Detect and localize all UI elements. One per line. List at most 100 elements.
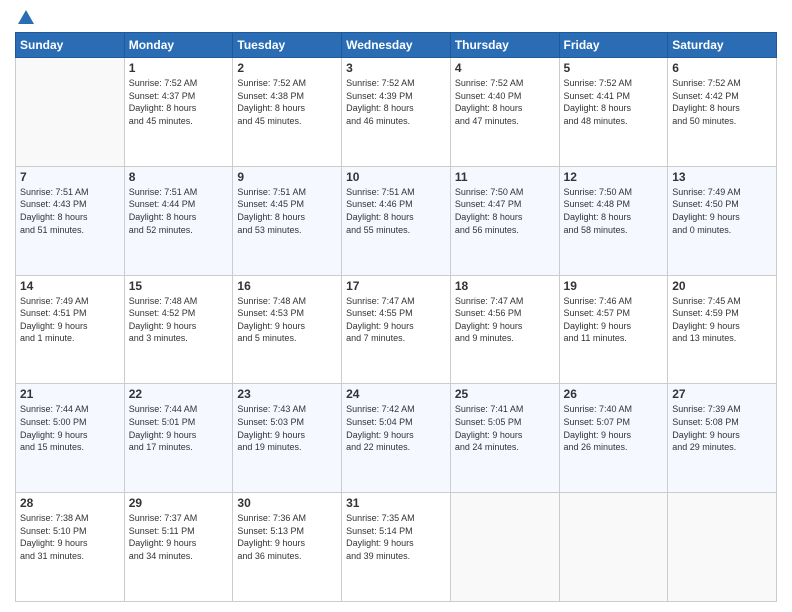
day-number: 24 (346, 387, 446, 401)
calendar-cell: 19 Sunrise: 7:46 AM Sunset: 4:57 PM Dayli… (559, 275, 668, 384)
calendar-cell: 11 Sunrise: 7:50 AM Sunset: 4:47 PM Dayli… (450, 166, 559, 275)
calendar-cell (559, 493, 668, 602)
day-number: 30 (237, 496, 337, 510)
calendar-cell: 3 Sunrise: 7:52 AM Sunset: 4:39 PM Daylig… (342, 58, 451, 167)
day-info: Sunrise: 7:47 AM Sunset: 4:56 PM Dayligh… (455, 295, 555, 345)
day-number: 15 (129, 279, 229, 293)
day-info: Sunrise: 7:52 AM Sunset: 4:42 PM Dayligh… (672, 77, 772, 127)
day-number: 11 (455, 170, 555, 184)
day-info: Sunrise: 7:47 AM Sunset: 4:55 PM Dayligh… (346, 295, 446, 345)
day-number: 31 (346, 496, 446, 510)
day-info: Sunrise: 7:44 AM Sunset: 5:01 PM Dayligh… (129, 403, 229, 453)
calendar-cell: 16Sunrise: 7:48 AM Sunset: 4:53 PM Dayli… (233, 275, 342, 384)
day-number: 20 (672, 279, 772, 293)
calendar-week-row: 1 Sunrise: 7:52 AM Sunset: 4:37 PM Daylig… (16, 58, 777, 167)
day-number: 18 (455, 279, 555, 293)
day-info: Sunrise: 7:35 AM Sunset: 5:14 PM Dayligh… (346, 512, 446, 562)
calendar-cell: 17 Sunrise: 7:47 AM Sunset: 4:55 PM Dayli… (342, 275, 451, 384)
calendar-header-thursday: Thursday (450, 33, 559, 58)
calendar-header-friday: Friday (559, 33, 668, 58)
day-number: 6 (672, 61, 772, 75)
day-number: 10 (346, 170, 446, 184)
calendar-cell: 5Sunrise: 7:52 AM Sunset: 4:41 PM Daylig… (559, 58, 668, 167)
calendar-cell: 15 Sunrise: 7:48 AM Sunset: 4:52 PM Dayli… (124, 275, 233, 384)
day-info: Sunrise: 7:46 AM Sunset: 4:57 PM Dayligh… (564, 295, 664, 345)
day-number: 14 (20, 279, 120, 293)
day-number: 26 (564, 387, 664, 401)
calendar-cell: 26 Sunrise: 7:40 AM Sunset: 5:07 PM Dayli… (559, 384, 668, 493)
day-info: Sunrise: 7:50 AM Sunset: 4:48 PM Dayligh… (564, 186, 664, 236)
day-number: 19 (564, 279, 664, 293)
day-info: Sunrise: 7:51 AM Sunset: 4:43 PM Dayligh… (20, 186, 120, 236)
calendar-cell: 22Sunrise: 7:44 AM Sunset: 5:01 PM Dayli… (124, 384, 233, 493)
day-number: 2 (237, 61, 337, 75)
calendar-cell: 25 Sunrise: 7:41 AM Sunset: 5:05 PM Dayli… (450, 384, 559, 493)
day-info: Sunrise: 7:52 AM Sunset: 4:39 PM Dayligh… (346, 77, 446, 127)
calendar-cell: 31 Sunrise: 7:35 AM Sunset: 5:14 PM Dayli… (342, 493, 451, 602)
day-info: Sunrise: 7:49 AM Sunset: 4:50 PM Dayligh… (672, 186, 772, 236)
calendar-week-row: 7 Sunrise: 7:51 AM Sunset: 4:43 PM Daylig… (16, 166, 777, 275)
calendar-table: SundayMondayTuesdayWednesdayThursdayFrid… (15, 32, 777, 602)
day-info: Sunrise: 7:37 AM Sunset: 5:11 PM Dayligh… (129, 512, 229, 562)
logo-triangle-icon (18, 10, 34, 24)
calendar-cell: 2 Sunrise: 7:52 AM Sunset: 4:38 PM Daylig… (233, 58, 342, 167)
day-info: Sunrise: 7:43 AM Sunset: 5:03 PM Dayligh… (237, 403, 337, 453)
day-number: 27 (672, 387, 772, 401)
day-info: Sunrise: 7:42 AM Sunset: 5:04 PM Dayligh… (346, 403, 446, 453)
day-number: 25 (455, 387, 555, 401)
calendar-cell: 23 Sunrise: 7:43 AM Sunset: 5:03 PM Dayli… (233, 384, 342, 493)
calendar-header-monday: Monday (124, 33, 233, 58)
calendar-header-saturday: Saturday (668, 33, 777, 58)
day-number: 12 (564, 170, 664, 184)
day-number: 16 (237, 279, 337, 293)
day-info: Sunrise: 7:38 AM Sunset: 5:10 PM Dayligh… (20, 512, 120, 562)
day-info: Sunrise: 7:52 AM Sunset: 4:37 PM Dayligh… (129, 77, 229, 127)
day-number: 1 (129, 61, 229, 75)
day-number: 3 (346, 61, 446, 75)
calendar-cell: 30 Sunrise: 7:36 AM Sunset: 5:13 PM Dayli… (233, 493, 342, 602)
day-info: Sunrise: 7:41 AM Sunset: 5:05 PM Dayligh… (455, 403, 555, 453)
day-info: Sunrise: 7:52 AM Sunset: 4:38 PM Dayligh… (237, 77, 337, 127)
day-number: 4 (455, 61, 555, 75)
day-number: 7 (20, 170, 120, 184)
logo (15, 10, 34, 24)
calendar-cell: 1 Sunrise: 7:52 AM Sunset: 4:37 PM Daylig… (124, 58, 233, 167)
day-info: Sunrise: 7:36 AM Sunset: 5:13 PM Dayligh… (237, 512, 337, 562)
day-number: 9 (237, 170, 337, 184)
calendar-cell (450, 493, 559, 602)
day-info: Sunrise: 7:51 AM Sunset: 4:44 PM Dayligh… (129, 186, 229, 236)
calendar-header-sunday: Sunday (16, 33, 125, 58)
day-info: Sunrise: 7:40 AM Sunset: 5:07 PM Dayligh… (564, 403, 664, 453)
day-number: 5 (564, 61, 664, 75)
day-info: Sunrise: 7:51 AM Sunset: 4:46 PM Dayligh… (346, 186, 446, 236)
day-info: Sunrise: 7:45 AM Sunset: 4:59 PM Dayligh… (672, 295, 772, 345)
calendar-cell: 8Sunrise: 7:51 AM Sunset: 4:44 PM Daylig… (124, 166, 233, 275)
day-info: Sunrise: 7:39 AM Sunset: 5:08 PM Dayligh… (672, 403, 772, 453)
calendar-cell (16, 58, 125, 167)
calendar-header-wednesday: Wednesday (342, 33, 451, 58)
day-number: 23 (237, 387, 337, 401)
calendar-header-tuesday: Tuesday (233, 33, 342, 58)
day-number: 28 (20, 496, 120, 510)
calendar-cell: 7 Sunrise: 7:51 AM Sunset: 4:43 PM Daylig… (16, 166, 125, 275)
header (15, 10, 777, 24)
calendar-cell: 9Sunrise: 7:51 AM Sunset: 4:45 PM Daylig… (233, 166, 342, 275)
day-info: Sunrise: 7:48 AM Sunset: 4:52 PM Dayligh… (129, 295, 229, 345)
calendar-cell: 24 Sunrise: 7:42 AM Sunset: 5:04 PM Dayli… (342, 384, 451, 493)
calendar-cell: 10 Sunrise: 7:51 AM Sunset: 4:46 PM Dayli… (342, 166, 451, 275)
calendar-week-row: 14Sunrise: 7:49 AM Sunset: 4:51 PM Dayli… (16, 275, 777, 384)
calendar-cell (668, 493, 777, 602)
calendar-week-row: 21Sunrise: 7:44 AM Sunset: 5:00 PM Dayli… (16, 384, 777, 493)
calendar-page: SundayMondayTuesdayWednesdayThursdayFrid… (0, 0, 792, 612)
calendar-week-row: 28 Sunrise: 7:38 AM Sunset: 5:10 PM Dayli… (16, 493, 777, 602)
calendar-cell: 12 Sunrise: 7:50 AM Sunset: 4:48 PM Dayli… (559, 166, 668, 275)
day-number: 17 (346, 279, 446, 293)
day-number: 13 (672, 170, 772, 184)
calendar-cell: 18 Sunrise: 7:47 AM Sunset: 4:56 PM Dayli… (450, 275, 559, 384)
day-info: Sunrise: 7:52 AM Sunset: 4:40 PM Dayligh… (455, 77, 555, 127)
calendar-header-row: SundayMondayTuesdayWednesdayThursdayFrid… (16, 33, 777, 58)
calendar-cell: 21Sunrise: 7:44 AM Sunset: 5:00 PM Dayli… (16, 384, 125, 493)
calendar-cell: 4 Sunrise: 7:52 AM Sunset: 4:40 PM Daylig… (450, 58, 559, 167)
calendar-cell: 6 Sunrise: 7:52 AM Sunset: 4:42 PM Daylig… (668, 58, 777, 167)
day-info: Sunrise: 7:50 AM Sunset: 4:47 PM Dayligh… (455, 186, 555, 236)
